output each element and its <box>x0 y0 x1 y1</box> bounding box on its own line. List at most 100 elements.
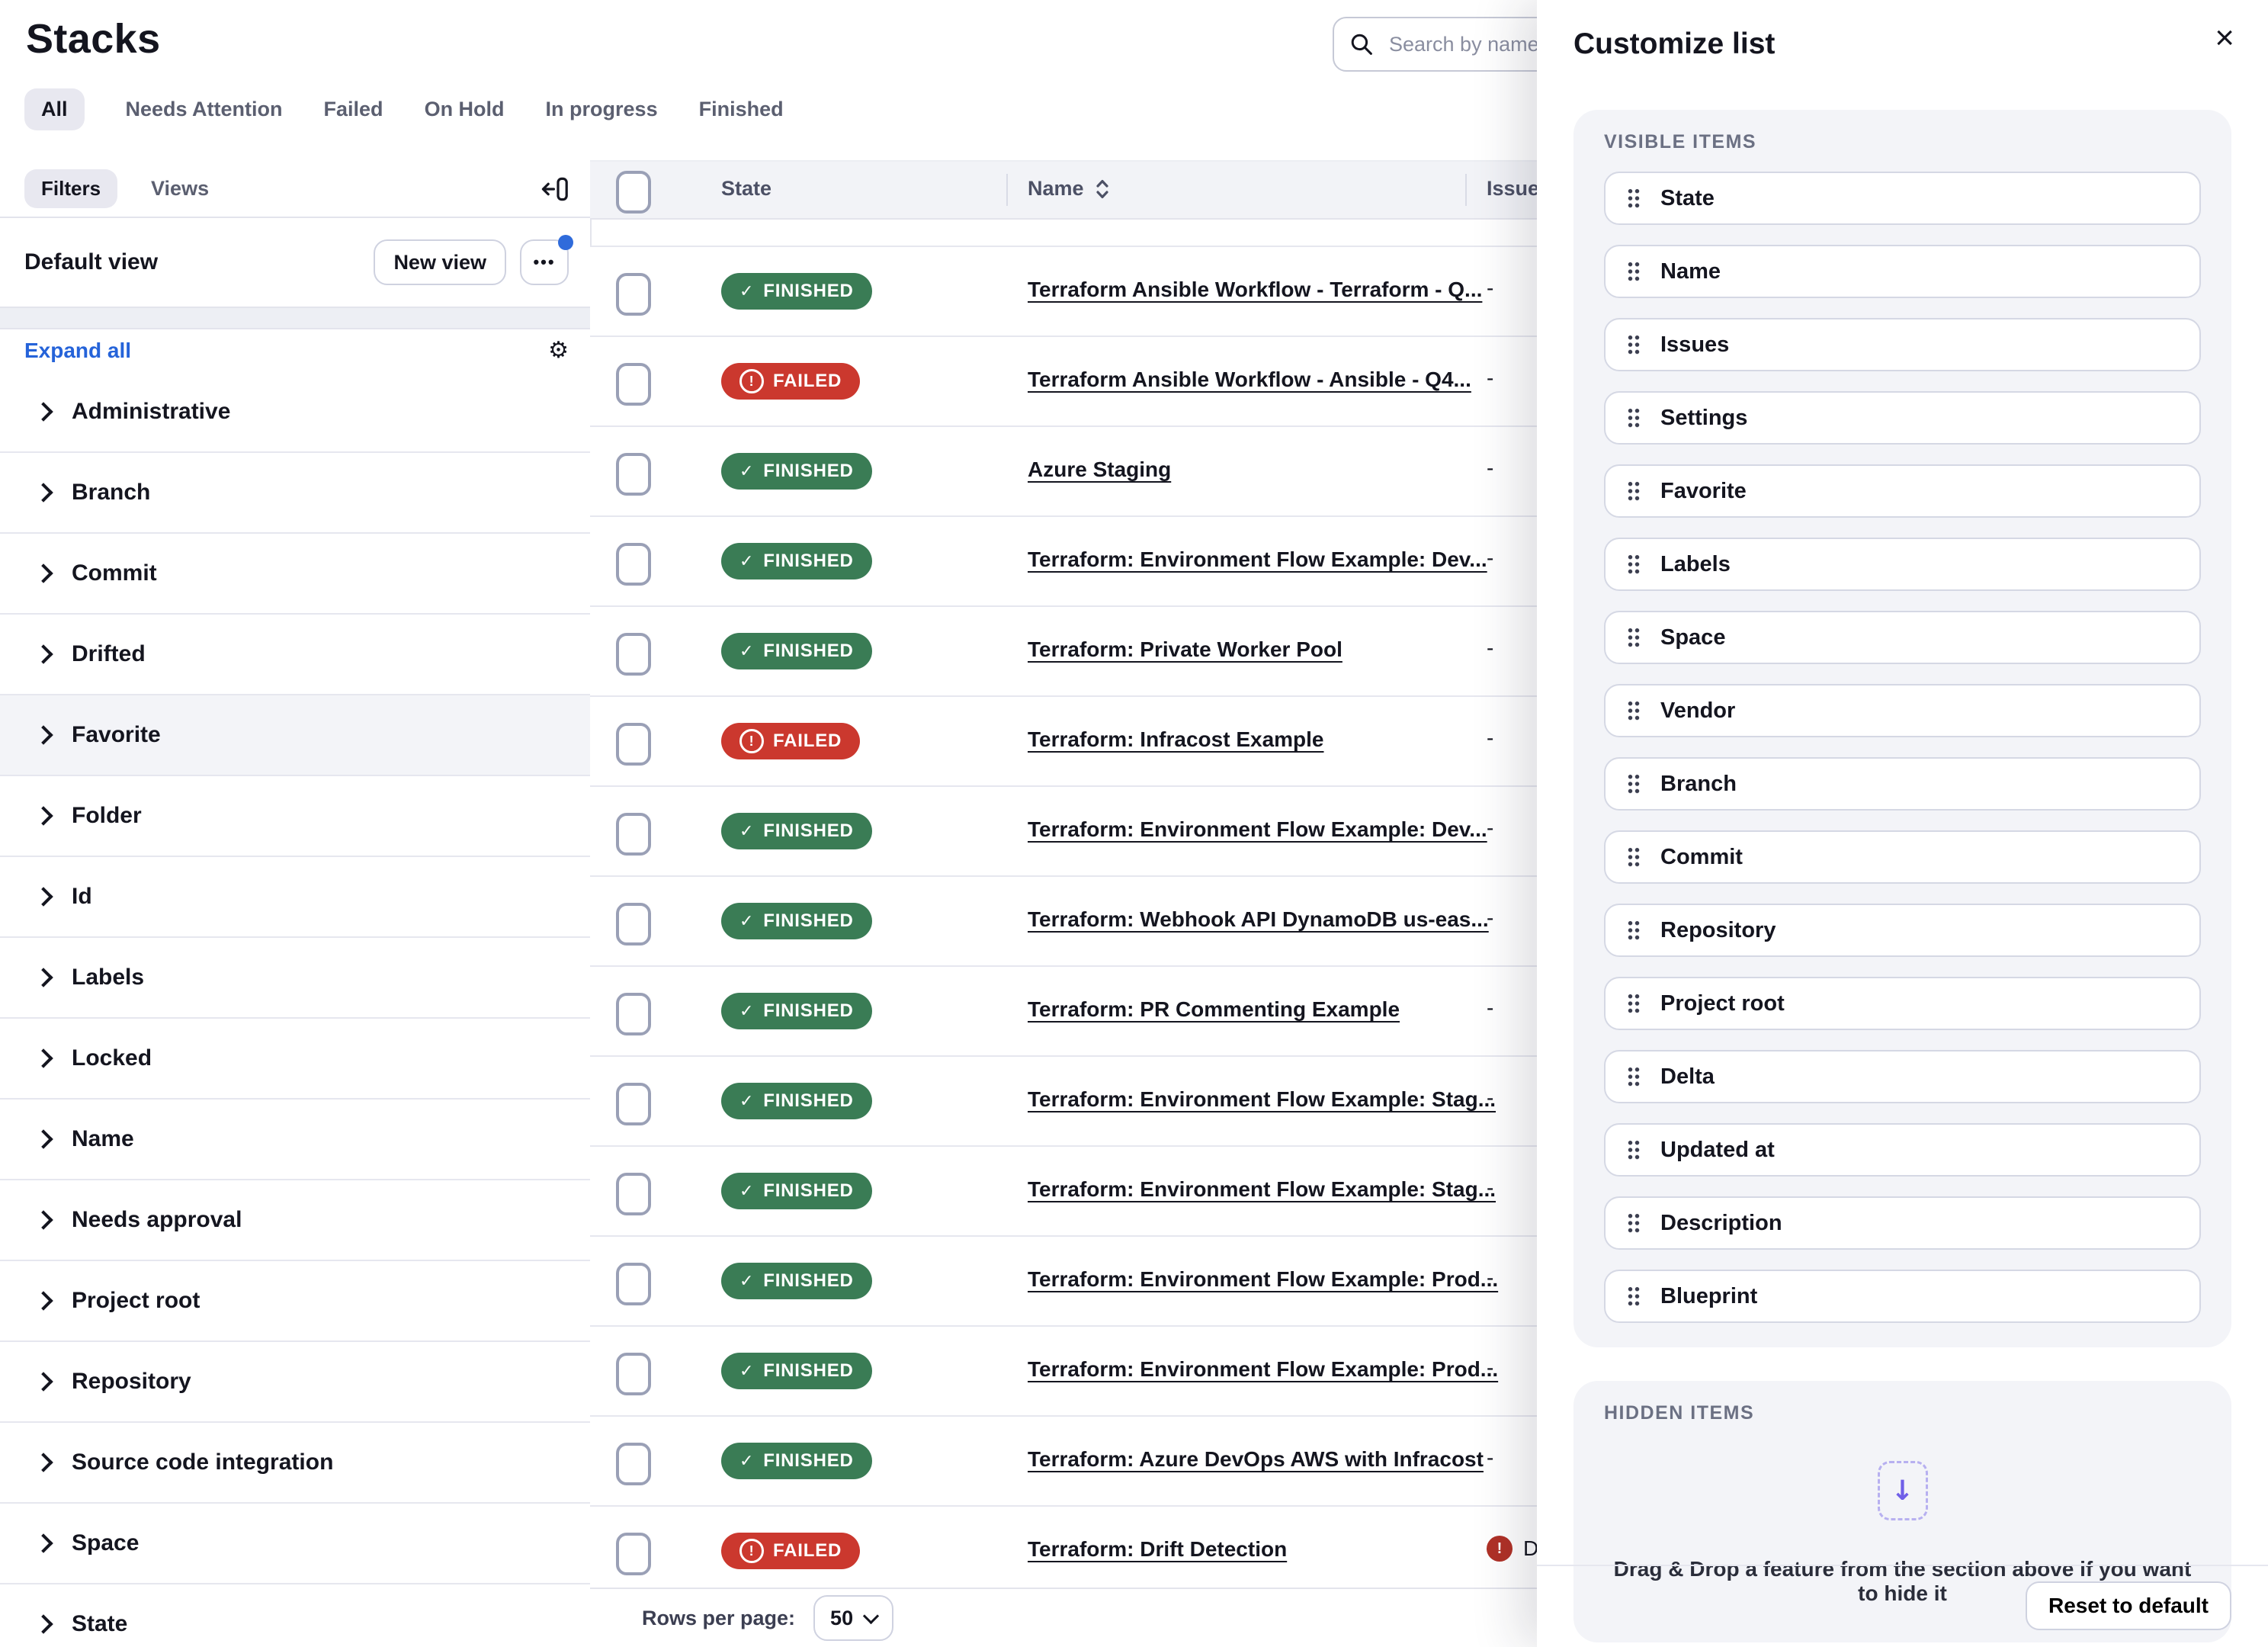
customize-item[interactable]: State <box>1604 172 2201 225</box>
drop-target[interactable]: ↓ <box>1878 1461 1928 1520</box>
stack-name-link[interactable]: Terraform: Infracost Example <box>1028 727 1324 752</box>
customize-item[interactable]: Branch <box>1604 757 2201 811</box>
row-checkbox[interactable] <box>616 1083 651 1125</box>
customize-item[interactable]: Blueprint <box>1604 1270 2201 1323</box>
customize-item[interactable]: Updated at <box>1604 1123 2201 1177</box>
filter-group-row[interactable]: Name <box>0 1100 590 1180</box>
stack-name-link[interactable]: Terraform Ansible Workflow - Terraform -… <box>1028 278 1482 302</box>
customize-item[interactable]: Name <box>1604 245 2201 298</box>
filter-group-row[interactable]: Branch <box>0 453 590 534</box>
sort-icon[interactable] <box>1095 178 1110 200</box>
drag-handle-icon[interactable] <box>1627 188 1641 209</box>
drag-handle-icon[interactable] <box>1627 627 1641 648</box>
customize-item[interactable]: Vendor <box>1604 684 2201 737</box>
filter-group-row[interactable]: Drifted <box>0 615 590 695</box>
drag-handle-icon[interactable] <box>1627 554 1641 575</box>
status-tab[interactable]: Finished <box>699 88 784 130</box>
row-checkbox[interactable] <box>616 813 651 856</box>
filter-group-row[interactable]: Favorite <box>0 695 590 776</box>
filter-group-row[interactable]: Repository <box>0 1342 590 1423</box>
expand-all-link[interactable]: Expand all <box>24 339 548 363</box>
row-checkbox[interactable] <box>616 1443 651 1485</box>
filter-group-row[interactable]: Administrative <box>0 372 590 453</box>
select-all-checkbox[interactable] <box>616 171 651 214</box>
customize-item[interactable]: Space <box>1604 611 2201 664</box>
stack-name-link[interactable]: Terraform: Environment Flow Example: Dev… <box>1028 547 1487 572</box>
tab-filters[interactable]: Filters <box>24 169 117 208</box>
stack-name-link[interactable]: Terraform: Azure DevOps AWS with Infraco… <box>1028 1447 1484 1472</box>
stack-name-link[interactable]: Terraform: Environment Flow Example: Dev… <box>1028 817 1487 842</box>
column-header-state[interactable]: State <box>721 177 772 201</box>
filter-group-row[interactable]: Needs approval <box>0 1180 590 1261</box>
drag-handle-icon[interactable] <box>1627 1212 1641 1234</box>
drag-handle-icon[interactable] <box>1627 1139 1641 1161</box>
status-tab[interactable]: On Hold <box>425 88 505 130</box>
customize-item[interactable]: Description <box>1604 1196 2201 1250</box>
tab-views[interactable]: Views <box>151 177 209 201</box>
status-tab[interactable]: Failed <box>324 88 383 130</box>
filter-group-row[interactable]: Id <box>0 857 590 938</box>
row-checkbox[interactable] <box>616 1353 651 1395</box>
drag-handle-icon[interactable] <box>1627 700 1641 721</box>
drag-handle-icon[interactable] <box>1627 846 1641 868</box>
stack-name-link[interactable]: Terraform Ansible Workflow - Ansible - Q… <box>1028 368 1471 392</box>
drag-handle-icon[interactable] <box>1627 407 1641 429</box>
row-checkbox[interactable] <box>616 633 651 676</box>
filter-group-row[interactable]: Labels <box>0 938 590 1019</box>
new-view-button[interactable]: New view <box>374 239 506 285</box>
stack-name-link[interactable]: Azure Staging <box>1028 458 1171 482</box>
stack-name-link[interactable]: Terraform: Environment Flow Example: Sta… <box>1028 1087 1496 1112</box>
filter-group-row[interactable]: State <box>0 1584 590 1647</box>
filter-group-row[interactable]: Project root <box>0 1261 590 1342</box>
customize-item[interactable]: Labels <box>1604 538 2201 591</box>
row-checkbox[interactable] <box>616 1173 651 1215</box>
status-tab[interactable]: All <box>24 88 85 130</box>
filter-group-row[interactable]: Commit <box>0 534 590 615</box>
row-checkbox[interactable] <box>616 993 651 1035</box>
status-tab[interactable]: Needs Attention <box>126 88 283 130</box>
stack-name-link[interactable]: Terraform: Drift Detection <box>1028 1537 1287 1562</box>
close-icon[interactable]: × <box>2215 21 2234 55</box>
drag-handle-icon[interactable] <box>1627 261 1641 282</box>
drag-handle-icon[interactable] <box>1627 920 1641 941</box>
gear-icon[interactable]: ⚙ <box>548 339 569 362</box>
customize-item[interactable]: Repository <box>1604 904 2201 957</box>
customize-item[interactable]: Issues <box>1604 318 2201 371</box>
filter-group-row[interactable]: Locked <box>0 1019 590 1100</box>
row-checkbox[interactable] <box>616 543 651 586</box>
customize-item[interactable]: Settings <box>1604 391 2201 445</box>
filter-group-row[interactable]: Folder <box>0 776 590 857</box>
stack-name-link[interactable]: Terraform: Environment Flow Example: Pro… <box>1028 1267 1498 1292</box>
filter-group-row[interactable]: Space <box>0 1504 590 1584</box>
drag-handle-icon[interactable] <box>1627 993 1641 1014</box>
stack-name-link[interactable]: Terraform: Environment Flow Example: Sta… <box>1028 1177 1496 1202</box>
view-more-button[interactable]: ••• <box>520 239 569 285</box>
row-checkbox[interactable] <box>616 1533 651 1575</box>
customize-item[interactable]: Delta <box>1604 1050 2201 1103</box>
row-checkbox[interactable] <box>616 723 651 766</box>
drag-handle-icon[interactable] <box>1627 773 1641 795</box>
stack-name-link[interactable]: Terraform: PR Commenting Example <box>1028 997 1400 1022</box>
customize-item[interactable]: Commit <box>1604 830 2201 884</box>
drag-handle-icon[interactable] <box>1627 1066 1641 1087</box>
drag-handle-icon[interactable] <box>1627 1286 1641 1307</box>
row-checkbox[interactable] <box>616 453 651 496</box>
row-checkbox[interactable] <box>616 273 651 316</box>
state-badge: ✓FINISHED <box>721 1083 872 1119</box>
status-tab[interactable]: In progress <box>546 88 658 130</box>
stack-name-link[interactable]: Terraform: Webhook API DynamoDB us-eas..… <box>1028 907 1489 932</box>
rows-per-page-select[interactable]: 50 <box>813 1595 893 1641</box>
stack-name-link[interactable]: Terraform: Environment Flow Example: Pro… <box>1028 1357 1498 1382</box>
row-checkbox[interactable] <box>616 363 651 406</box>
customize-item[interactable]: Favorite <box>1604 464 2201 518</box>
drag-handle-icon[interactable] <box>1627 334 1641 355</box>
collapse-sidebar-button[interactable] <box>538 172 572 206</box>
stack-name-link[interactable]: Terraform: Private Worker Pool <box>1028 637 1343 662</box>
row-checkbox[interactable] <box>616 903 651 946</box>
reset-to-default-button[interactable]: Reset to default <box>2026 1581 2231 1630</box>
drag-handle-icon[interactable] <box>1627 480 1641 502</box>
filter-group-row[interactable]: Source code integration <box>0 1423 590 1504</box>
customize-item[interactable]: Project root <box>1604 977 2201 1030</box>
column-header-name[interactable]: Name <box>1028 177 1110 201</box>
row-checkbox[interactable] <box>616 1263 651 1305</box>
